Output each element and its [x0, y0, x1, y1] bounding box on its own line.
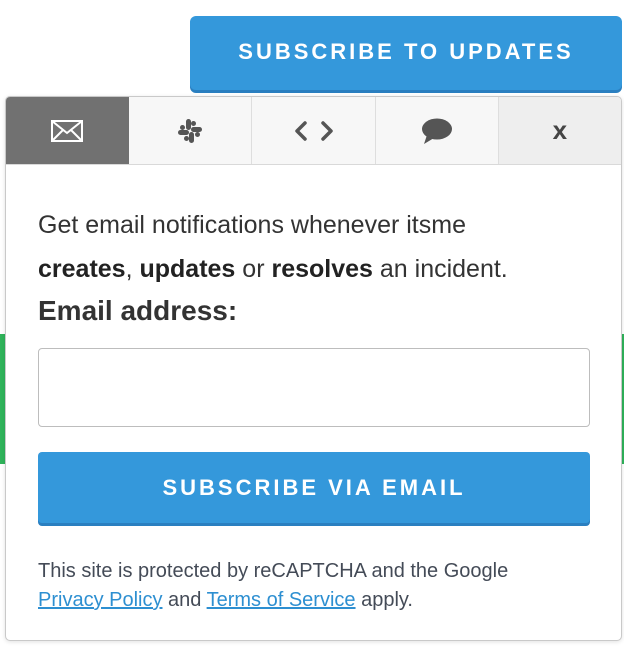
email-description: Get email notifications whenever itsme cr…	[38, 203, 588, 291]
subscribe-via-email-button[interactable]: SUBSCRIBE VIA EMAIL	[38, 452, 590, 523]
desc-prefix: Get email notifications whenever itsme	[38, 211, 466, 239]
desc-creates: creates	[38, 255, 126, 283]
tab-chat[interactable]	[375, 97, 499, 164]
email-label: Email address:	[38, 295, 238, 326]
code-icon	[294, 120, 334, 142]
email-field[interactable]	[38, 348, 590, 427]
desc-comma: ,	[125, 255, 140, 283]
legal-and: and	[162, 589, 207, 611]
terms-of-service-link[interactable]: Terms of Service	[207, 589, 356, 611]
recaptcha-notice: This site is protected by reCAPTCHA and …	[38, 557, 588, 615]
desc-or: or	[235, 255, 272, 283]
envelope-icon	[51, 119, 84, 142]
slack-icon	[176, 117, 204, 145]
desc-resolves: resolves	[271, 255, 373, 283]
subscribe-popup: x Get email notifications whenever itsme…	[5, 96, 622, 641]
legal-text: This site is protected by reCAPTCHA and …	[38, 560, 509, 582]
email-panel: Get email notifications whenever itsme cr…	[6, 203, 621, 615]
subscribe-to-updates-button[interactable]: SUBSCRIBE TO UPDATES	[190, 16, 622, 90]
desc-suffix: an incident.	[372, 255, 508, 283]
tab-slack[interactable]	[129, 97, 253, 164]
close-icon: x	[552, 115, 568, 145]
speech-bubble-icon	[421, 117, 453, 145]
desc-updates: updates	[139, 255, 236, 283]
subscribe-tabs: x	[6, 97, 621, 165]
tab-email[interactable]	[6, 97, 130, 164]
legal-apply: apply.	[355, 589, 413, 611]
tab-webhook[interactable]	[252, 97, 376, 164]
privacy-policy-link[interactable]: Privacy Policy	[38, 589, 162, 611]
tab-close[interactable]: x	[498, 97, 621, 164]
